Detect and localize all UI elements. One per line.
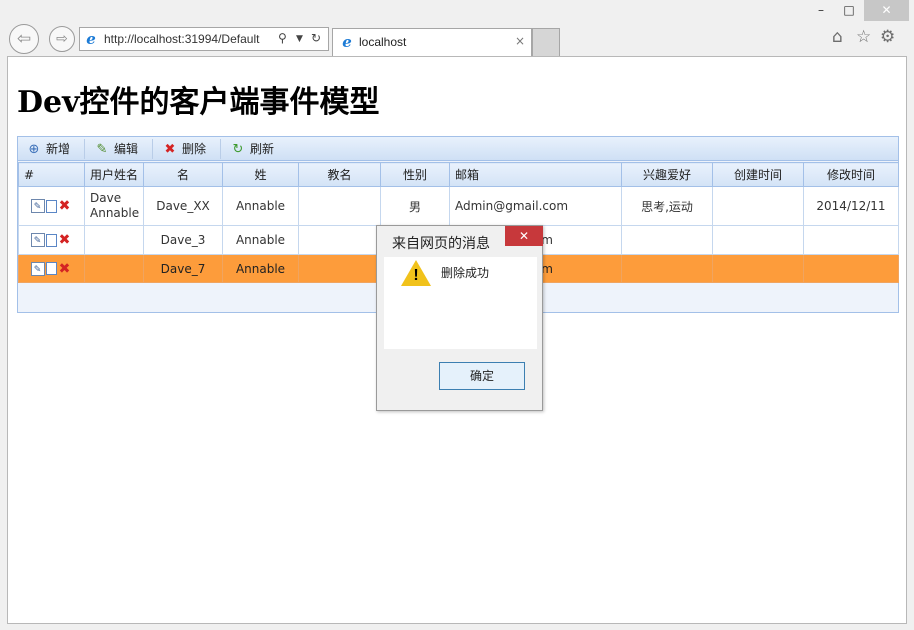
- warning-exclamation-icon: !: [413, 267, 419, 284]
- delete-x-icon: ✖: [164, 142, 176, 157]
- settings-gear-icon[interactable]: ⚙: [880, 27, 895, 47]
- row-delete-icon[interactable]: ✖: [58, 199, 72, 213]
- row-copy-icon[interactable]: [45, 199, 57, 213]
- column-header[interactable]: 名: [143, 162, 223, 187]
- edit-button[interactable]: ✎ 编辑: [94, 139, 138, 159]
- dialog-message: 删除成功: [441, 266, 490, 280]
- cell-created: [712, 186, 804, 226]
- cell-first-name: Dave_3: [143, 225, 223, 255]
- cell-modified: 2014/12/11: [803, 186, 899, 226]
- cell-modified: [803, 254, 899, 283]
- cell-modified: [803, 225, 899, 255]
- arrow-left-icon: ⇦: [16, 29, 32, 49]
- cell-first-name: Dave_XX: [143, 186, 223, 226]
- minimize-button[interactable]: –: [808, 0, 834, 21]
- row-edit-icon[interactable]: ✎: [30, 261, 45, 276]
- refresh-icon[interactable]: ↻: [311, 31, 321, 45]
- cell-christian-name: [298, 186, 381, 226]
- tab-title: localhost: [359, 35, 407, 49]
- cell-hobby: [621, 225, 713, 255]
- cell-username: [84, 254, 144, 283]
- refresh-button[interactable]: ↻ 刷新: [230, 139, 274, 159]
- row-copy-icon[interactable]: [45, 233, 57, 247]
- edit-pencil-icon: ✎: [96, 142, 108, 157]
- column-header[interactable]: 教名: [298, 162, 381, 187]
- column-header[interactable]: 性别: [380, 162, 450, 187]
- table-header-row: # 用户姓名 名 姓 教名 性别 邮箱 兴趣爱好 创建时间 修改时间: [18, 162, 899, 187]
- cell-last-name: Annable: [222, 254, 299, 283]
- new-tab-button[interactable]: [532, 28, 560, 56]
- column-header[interactable]: 邮箱: [449, 162, 622, 187]
- grid-toolbar: ⊕ 新增 ✎ 编辑 ✖ 删除 ↻ 刷新: [18, 137, 898, 161]
- back-button[interactable]: ⇦: [9, 24, 39, 54]
- column-header[interactable]: 姓: [222, 162, 299, 187]
- cell-first-name: Dave_7: [143, 254, 223, 283]
- ie-tab-icon: e: [342, 33, 352, 51]
- row-actions-cell: ✎ ✖: [18, 225, 85, 255]
- add-button[interactable]: ⊕ 新增: [26, 139, 70, 159]
- row-edit-icon[interactable]: ✎: [30, 233, 45, 248]
- cell-last-name: Annable: [222, 186, 299, 226]
- ok-button[interactable]: 确定: [439, 362, 525, 390]
- row-edit-icon[interactable]: ✎: [30, 199, 45, 214]
- tab-close-icon[interactable]: ×: [515, 34, 525, 48]
- alert-dialog: 来自网页的消息 ✕ ! 删除成功 确定: [376, 225, 543, 411]
- dialog-title: 来自网页的消息: [392, 236, 490, 252]
- cell-username: [84, 225, 144, 255]
- cell-christian-name: [298, 254, 381, 283]
- home-icon[interactable]: ⌂: [832, 27, 843, 47]
- cell-christian-name: [298, 225, 381, 255]
- search-icon[interactable]: ⚲: [278, 31, 287, 45]
- favorites-star-icon[interactable]: ☆: [856, 27, 871, 47]
- cell-last-name: Annable: [222, 225, 299, 255]
- toolbar-divider: [84, 139, 85, 159]
- dropdown-arrow-icon[interactable]: ▼: [296, 34, 303, 44]
- row-delete-icon[interactable]: ✖: [58, 233, 72, 247]
- window-close-button[interactable]: ✕: [864, 0, 909, 21]
- cell-hobby: [621, 254, 713, 283]
- column-header[interactable]: 修改时间: [803, 162, 899, 187]
- row-actions-cell: ✎ ✖: [18, 186, 85, 226]
- column-header[interactable]: 创建时间: [712, 162, 804, 187]
- address-bar[interactable]: e http://localhost:31994/Default ⚲ ▼ ↻: [79, 27, 329, 51]
- cell-username: Dave Annable: [84, 186, 144, 226]
- toolbar-divider: [152, 139, 153, 159]
- row-actions-cell: ✎ ✖: [18, 254, 85, 283]
- arrow-right-icon: ⇨: [56, 31, 68, 47]
- dialog-close-button[interactable]: ✕: [505, 226, 543, 246]
- forward-button[interactable]: ⇨: [49, 26, 75, 52]
- row-delete-icon[interactable]: ✖: [58, 262, 72, 276]
- window-titlebar: – □ ✕: [0, 0, 914, 22]
- cell-hobby: 思考,运动: [621, 186, 713, 226]
- tab-localhost[interactable]: e localhost ×: [332, 28, 532, 56]
- address-input[interactable]: http://localhost:31994/Default: [104, 32, 274, 46]
- table-row[interactable]: ✎ ✖ Dave Annable Dave_XX Annable 男 Admin@…: [18, 186, 899, 226]
- maximize-button[interactable]: □: [836, 0, 862, 21]
- cell-gender: 男: [380, 186, 450, 226]
- add-document-icon: ⊕: [28, 142, 40, 157]
- browser-navbar: ⇦ ⇨ e http://localhost:31994/Default ⚲ ▼…: [0, 22, 914, 56]
- column-header[interactable]: 用户姓名: [84, 162, 144, 187]
- column-header[interactable]: #: [18, 162, 85, 187]
- row-copy-icon[interactable]: [45, 262, 57, 276]
- cell-created: [712, 225, 804, 255]
- delete-button[interactable]: ✖ 删除: [162, 139, 206, 159]
- toolbar-divider: [220, 139, 221, 159]
- cell-email: Admin@gmail.com: [449, 186, 622, 226]
- refresh-circle-icon: ↻: [232, 142, 244, 157]
- cell-created: [712, 254, 804, 283]
- ie-logo-icon: e: [86, 30, 96, 48]
- page-title: Dev控件的客户端事件模型: [17, 85, 380, 120]
- column-header[interactable]: 兴趣爱好: [621, 162, 713, 187]
